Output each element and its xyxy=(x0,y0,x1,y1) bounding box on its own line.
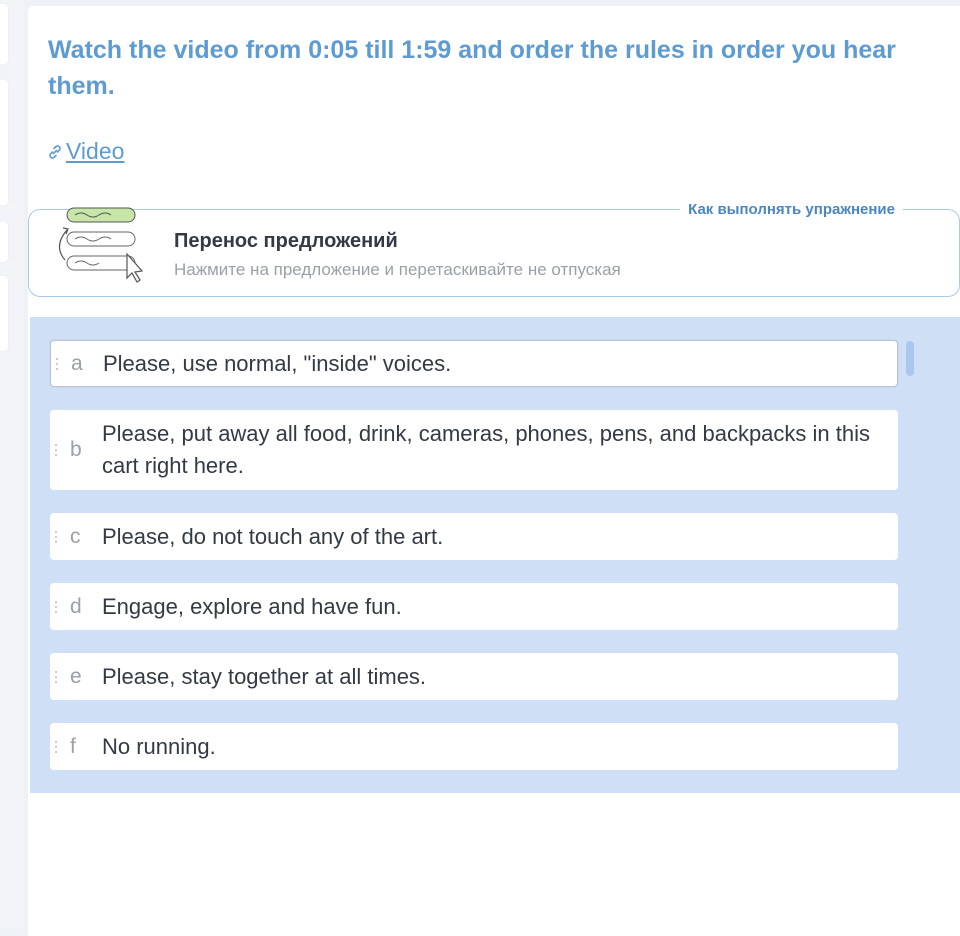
link-icon xyxy=(49,144,61,159)
item-letter: a xyxy=(71,351,83,375)
video-link[interactable]: Video xyxy=(46,138,124,165)
left-rail xyxy=(0,0,24,929)
rail-tab[interactable] xyxy=(0,222,8,262)
drag-handle-icon[interactable] xyxy=(55,444,59,456)
item-letter: e xyxy=(70,664,82,688)
sortable-item[interactable]: f No running. xyxy=(50,723,898,770)
sortable-item[interactable]: a Please, use normal, "inside" voices. xyxy=(50,340,898,387)
item-text: Please, do not touch any of the art. xyxy=(102,523,444,549)
howto-title: Перенос предложений xyxy=(174,230,398,252)
video-link-label[interactable]: Video xyxy=(66,138,124,165)
scrollbar-thumb[interactable] xyxy=(906,341,914,376)
howto-legend[interactable]: Как выполнять упражнение xyxy=(680,201,903,218)
drag-handle-icon[interactable] xyxy=(56,357,60,370)
item-letter: d xyxy=(70,594,82,618)
sortable-item[interactable]: e Please, stay together at all times. xyxy=(50,653,898,700)
howto-subtitle: Нажмите на предложение и перетаскивайте … xyxy=(174,260,621,279)
sortable-item[interactable]: c Please, do not touch any of the art. xyxy=(50,513,898,560)
item-letter: c xyxy=(70,524,81,548)
item-text: Please, stay together at all times. xyxy=(102,663,427,689)
item-letter: f xyxy=(70,734,76,758)
drag-sentences-illustration xyxy=(58,207,144,283)
sortable-list: a Please, use normal, "inside" voices. b… xyxy=(30,317,960,793)
drag-handle-icon[interactable] xyxy=(55,740,59,753)
exercise-instruction: Watch the video from 0:05 till 1:59 and … xyxy=(48,36,896,100)
item-text: Engage, explore and have fun. xyxy=(102,593,402,619)
item-letter: b xyxy=(70,438,82,461)
howto-panel: Как выполнять упражнение Перенос предлож… xyxy=(28,201,960,297)
item-text: Please, use normal, "inside" voices. xyxy=(103,350,452,376)
sortable-item[interactable]: b Please, put away all food, drink, came… xyxy=(50,410,898,490)
drag-handle-icon[interactable] xyxy=(55,670,59,683)
sortable-item[interactable]: d Engage, explore and have fun. xyxy=(50,583,898,630)
item-text: Please, put away all food, drink, camera… xyxy=(102,421,870,478)
rail-tab[interactable] xyxy=(0,80,8,205)
exercise-card: Watch the video from 0:05 till 1:59 and … xyxy=(28,6,960,936)
rail-tab[interactable] xyxy=(0,276,8,351)
drag-handle-icon[interactable] xyxy=(55,600,59,613)
rail-tab[interactable] xyxy=(0,4,8,64)
drag-handle-icon[interactable] xyxy=(55,530,59,543)
item-text: No running. xyxy=(102,733,216,759)
